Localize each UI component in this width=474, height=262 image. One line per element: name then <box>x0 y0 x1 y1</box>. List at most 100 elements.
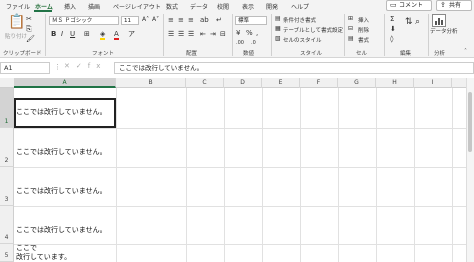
cell-a4[interactable]: ここでは改行していません。 <box>14 226 115 235</box>
gridline <box>338 88 339 262</box>
cell-styles-icon[interactable]: ▧ <box>275 35 281 43</box>
column-header-e[interactable]: E <box>262 78 300 88</box>
font-name-select[interactable]: ＭＳ Ｐゴシック <box>49 16 119 25</box>
enter-icon[interactable]: ✓ <box>76 62 88 70</box>
tab-page-layout[interactable]: ページレイアウト <box>113 2 161 11</box>
tab-draw[interactable]: 描画 <box>88 2 100 11</box>
font-size-select[interactable]: 11 <box>121 16 139 25</box>
tab-insert[interactable]: 挿入 <box>64 2 76 11</box>
row-header-3[interactable]: 3 <box>0 167 14 206</box>
merge-icon[interactable]: ⊟ <box>220 30 226 38</box>
fill-color-icon[interactable]: ◈ <box>100 30 106 40</box>
indent-icon[interactable]: ⇤ <box>200 30 206 38</box>
row-header-4[interactable]: 4 <box>0 206 14 244</box>
column-header-f[interactable]: F <box>300 78 338 88</box>
format-painter-icon[interactable]: 🖌 <box>26 35 35 43</box>
borders-icon[interactable]: ⊞ <box>84 30 90 38</box>
font-group-label: フォント <box>92 51 115 57</box>
collapse-ribbon-icon[interactable]: ˄ <box>464 48 467 56</box>
percent-icon[interactable]: % <box>246 29 253 37</box>
align-left-icon[interactable]: ☰ <box>168 30 174 38</box>
underline-icon[interactable]: U <box>70 30 75 38</box>
tab-view[interactable]: 表示 <box>242 2 254 11</box>
group-divider <box>344 14 345 56</box>
formula-bar: A1 ⋮ ✕✓fx ここでは改行していません。 <box>0 60 474 76</box>
paste-icon[interactable]: 📋 <box>8 15 25 29</box>
comma-style-icon[interactable]: , <box>256 29 258 37</box>
insert-cells-button[interactable]: 挿入 <box>358 16 369 24</box>
cancel-icon[interactable]: ✕ <box>64 62 76 70</box>
insert-function-icon[interactable]: fx <box>88 62 107 70</box>
cell-a5[interactable]: ここで 改行しています。 <box>14 244 115 262</box>
data-analysis-button[interactable]: データ分析 <box>430 29 470 36</box>
align-right-icon[interactable]: ☰ <box>188 30 194 38</box>
autosum-icon[interactable]: Σ <box>390 15 394 23</box>
share-button[interactable]: ⇪ 共有 <box>436 0 472 11</box>
format-cells-icon[interactable]: ▤ <box>348 35 354 43</box>
number-format-select[interactable]: 標準 <box>235 16 267 25</box>
column-header-h[interactable]: H <box>376 78 414 88</box>
share-icon: ⇪ <box>440 1 446 9</box>
column-header-g[interactable]: G <box>338 78 376 88</box>
column-header-d[interactable]: D <box>224 78 262 88</box>
format-as-table-button[interactable]: テーブルとして書式設定 <box>283 26 343 34</box>
align-bottom-icon[interactable]: ≡ <box>188 16 194 24</box>
conditional-format-icon[interactable]: ▤ <box>275 15 281 23</box>
phonetic-icon[interactable]: ア <box>128 30 135 38</box>
delete-cells-button[interactable]: 削除 <box>358 26 369 34</box>
align-center-icon[interactable]: ☰ <box>178 30 184 38</box>
align-middle-icon[interactable]: ≡ <box>178 16 184 24</box>
column-header-b[interactable]: B <box>116 78 186 88</box>
column-header-a[interactable]: A <box>14 78 116 88</box>
copy-icon[interactable]: ⎘ <box>26 25 32 33</box>
name-box[interactable]: A1 <box>0 62 50 74</box>
cell-styles-button[interactable]: セルのスタイル <box>283 36 322 44</box>
data-analysis-icon[interactable] <box>432 14 446 27</box>
insert-cells-icon[interactable]: ⊞ <box>348 15 353 23</box>
italic-icon[interactable]: I <box>61 30 63 38</box>
cells-group-label: セル <box>356 51 368 57</box>
tab-review[interactable]: 校閲 <box>217 2 229 11</box>
gridline <box>262 88 263 262</box>
orientation-icon[interactable]: ab <box>200 16 209 24</box>
sort-filter-icon[interactable]: ⇅ <box>405 18 413 27</box>
tab-help[interactable]: ヘルプ <box>291 2 309 11</box>
bold-icon[interactable]: B <box>51 30 56 38</box>
tab-developer[interactable]: 開発 <box>266 2 278 11</box>
cell-a3[interactable]: ここでは改行していません。 <box>14 187 115 196</box>
paste-label: 貼り付け <box>5 34 28 40</box>
row-header-1[interactable]: 1 <box>0 88 14 128</box>
format-cells-button[interactable]: 書式 <box>358 36 369 44</box>
currency-icon[interactable]: ¥ <box>236 29 240 37</box>
conditional-format-button[interactable]: 条件付き書式 <box>283 16 316 24</box>
decrease-font-icon[interactable]: A˅ <box>152 16 159 24</box>
wrap-text-icon[interactable]: ↵ <box>216 16 222 24</box>
scrollbar-thumb[interactable] <box>468 92 472 152</box>
row-header-5[interactable]: 5 <box>0 244 14 262</box>
group-divider <box>45 14 46 56</box>
outdent-icon[interactable]: ⇥ <box>210 30 216 38</box>
decrease-decimal-icon[interactable]: .0 <box>251 39 256 47</box>
align-top-icon[interactable]: ≡ <box>168 16 174 24</box>
tab-formulas[interactable]: 数式 <box>166 2 178 11</box>
column-header-i[interactable]: I <box>414 78 452 88</box>
clear-icon[interactable]: ◊ <box>390 35 393 43</box>
delete-cells-icon[interactable]: ⊟ <box>348 25 353 33</box>
increase-font-icon[interactable]: A˄ <box>142 16 149 24</box>
share-label: 共有 <box>449 2 462 9</box>
tab-data[interactable]: データ <box>190 2 208 11</box>
cell-a2[interactable]: ここでは改行していません。 <box>14 148 115 157</box>
formula-input[interactable]: ここでは改行していません。 <box>114 62 474 74</box>
font-color-icon[interactable]: A <box>114 30 119 40</box>
tab-file[interactable]: ファイル <box>6 2 30 11</box>
increase-decimal-icon[interactable]: .00 <box>236 39 244 47</box>
more-icon: ⋮ <box>54 63 61 71</box>
column-header-c[interactable]: C <box>186 78 224 88</box>
format-as-table-icon[interactable]: ▦ <box>275 25 281 33</box>
row-header-2[interactable]: 2 <box>0 128 14 167</box>
fill-icon[interactable]: ⬇ <box>390 25 396 33</box>
comments-button[interactable]: ▭ コメント <box>386 0 432 11</box>
find-select-icon[interactable]: ⌕ <box>415 18 420 27</box>
alignment-group-label: 配置 <box>186 51 198 57</box>
cut-icon[interactable]: ✂ <box>26 15 32 23</box>
